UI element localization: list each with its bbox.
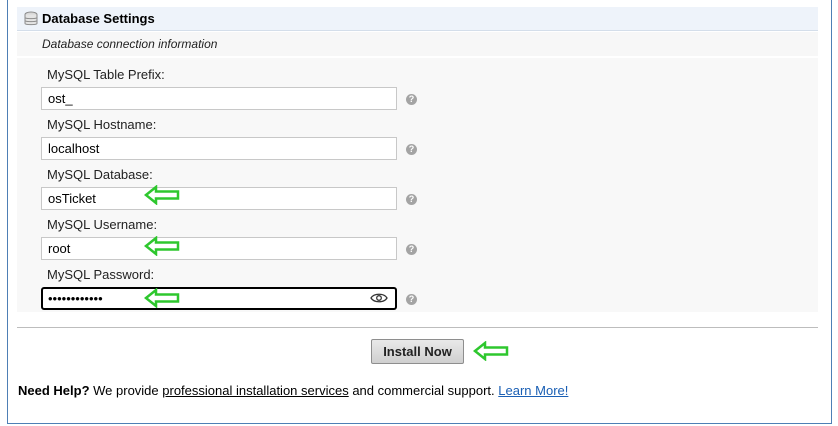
install-now-button[interactable]: Install Now (371, 339, 464, 364)
username-input[interactable] (41, 237, 397, 260)
database-icon (24, 11, 38, 26)
help-text-part: We provide (89, 383, 163, 398)
help-icon[interactable]: ? (406, 294, 417, 305)
section-subtitle: Database connection information (42, 37, 218, 51)
annotation-arrow-icon (144, 185, 180, 205)
show-password-eye-icon[interactable] (370, 292, 388, 304)
annotation-arrow-icon (473, 341, 509, 361)
table-prefix-label: MySQL Table Prefix: (47, 67, 165, 82)
learn-more-link[interactable]: Learn More! (498, 383, 568, 398)
password-input[interactable] (41, 287, 397, 310)
need-help-label: Need Help? (18, 383, 90, 398)
database-label: MySQL Database: (47, 167, 153, 182)
annotation-arrow-icon (144, 236, 180, 256)
help-icon[interactable]: ? (406, 194, 417, 205)
section-subheader: Database connection information (17, 32, 818, 56)
help-icon[interactable]: ? (406, 244, 417, 255)
section-header: Database Settings (17, 7, 818, 31)
password-label: MySQL Password: (47, 267, 155, 282)
help-text-part: and commercial support. (348, 383, 499, 398)
hostname-label: MySQL Hostname: (47, 117, 157, 132)
help-icon[interactable]: ? (406, 144, 417, 155)
username-label: MySQL Username: (47, 217, 158, 232)
help-text: Need Help? We provide professional insta… (18, 383, 568, 398)
hostname-input[interactable] (41, 137, 397, 160)
table-prefix-input[interactable] (41, 87, 397, 110)
divider (17, 327, 818, 328)
database-input[interactable] (41, 187, 397, 210)
section-title: Database Settings (42, 11, 155, 26)
installation-services-link[interactable]: professional installation services (162, 383, 348, 398)
annotation-arrow-icon (144, 288, 180, 308)
help-icon[interactable]: ? (406, 94, 417, 105)
